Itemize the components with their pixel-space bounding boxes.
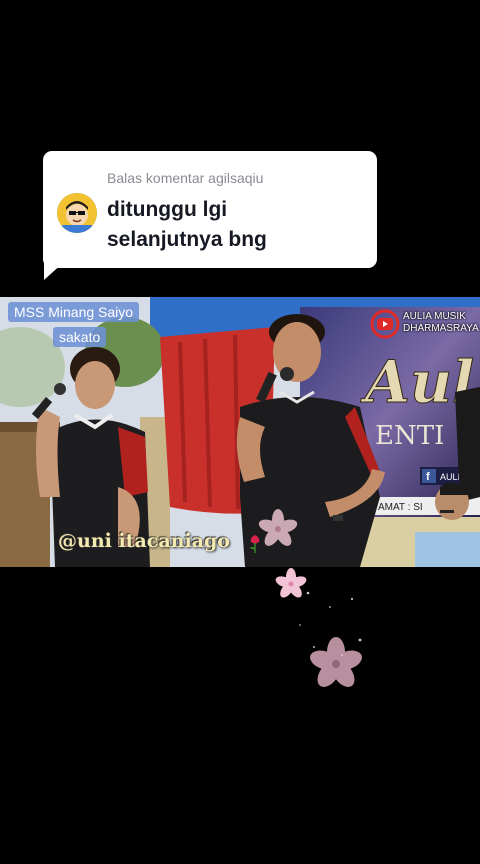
video-frame[interactable]: Aul ENTI AULI f AMAT : SI MSS Minang Sai… <box>0 297 480 567</box>
reply-header: Balas komentar agilsaqiu <box>107 170 264 186</box>
sparkle-dots-icon <box>299 591 362 656</box>
caption-chip: MSS Minang Saiyo <box>8 302 140 322</box>
tiktok-video-screen[interactable]: Balas komentar agilsaqiu ditunggu lgi se… <box>0 0 480 864</box>
comment-line: ditunggu lgi <box>107 198 228 221</box>
banner-text-fragment: AULI <box>440 472 460 482</box>
watermark-line: AULIA MUSIK <box>403 311 466 322</box>
reply-bubble-tail <box>44 262 64 280</box>
banner-text-fragment: AMAT : SI <box>378 502 423 513</box>
sakura-flower-icon <box>258 509 298 546</box>
watermark-line: DHARMASRAYA <box>403 323 479 334</box>
reply-comment-text: ditunggu lgi selanjutnya bng <box>107 195 267 255</box>
comment-line: selanjutnya bng <box>107 228 267 251</box>
youtube-logo-icon <box>370 309 400 339</box>
creator-handle-overlay: @uni itacaniago <box>58 530 230 552</box>
banner-text-fragment: ENTI <box>375 421 444 451</box>
caption-chip: sakato <box>53 327 107 347</box>
commenter-avatar[interactable] <box>57 193 97 233</box>
svg-text:f: f <box>426 471 430 483</box>
reply-comment-card[interactable]: Balas komentar agilsaqiu ditunggu lgi se… <box>43 151 377 268</box>
avatar-cartoon-icon <box>57 193 97 233</box>
